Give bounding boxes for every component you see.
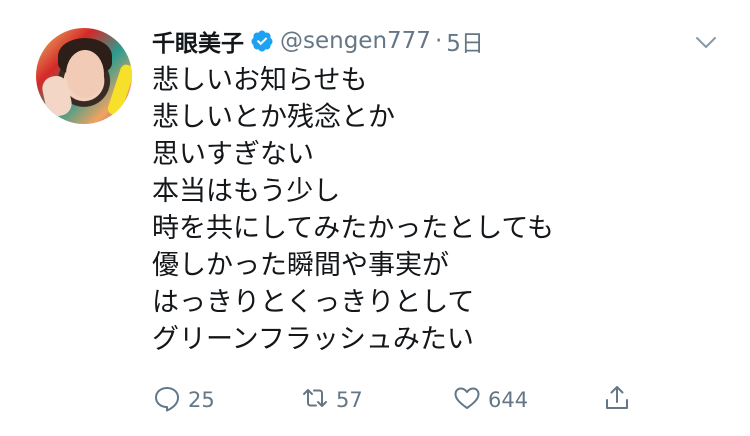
retweet-icon <box>300 383 330 417</box>
retweet-count: 57 <box>336 388 363 412</box>
avatar-decoration <box>106 63 132 117</box>
tweet-line: 悲しいとか残念とか <box>152 102 395 133</box>
tweet-line: はっきりとくっきりとして <box>152 287 475 318</box>
verified-badge-icon <box>250 29 274 53</box>
tweet-header: 千眼美子 @sengen777 · 5日 <box>152 24 484 58</box>
share-button[interactable] <box>602 380 632 420</box>
tweet-line: 思いすぎない <box>152 139 314 170</box>
reply-button[interactable]: 25 <box>152 380 215 420</box>
like-count: 644 <box>488 388 529 412</box>
tweet-text: 悲しいお知らせも 悲しいとか残念とか 思いすぎない 本当はもう少し 時を共にして… <box>152 62 712 358</box>
display-name[interactable]: 千眼美子 <box>152 24 244 58</box>
handle[interactable]: @sengen777 <box>280 28 431 54</box>
heart-icon <box>452 383 482 417</box>
tweet-line: グリーンフラッシュみたい <box>152 324 474 355</box>
like-button[interactable]: 644 <box>452 380 528 420</box>
avatar[interactable] <box>36 28 132 124</box>
avatar-face <box>66 50 104 98</box>
tweet-line: 時を共にしてみたかったとしても <box>152 213 555 244</box>
retweet-button[interactable]: 57 <box>300 380 363 420</box>
chevron-down-icon[interactable] <box>694 30 718 54</box>
tweet-card[interactable]: 千眼美子 @sengen777 · 5日 悲しいお知らせも 悲しいとか残念とか … <box>0 0 750 436</box>
share-icon <box>602 383 632 417</box>
tweet-line: 悲しいお知らせも <box>152 65 368 96</box>
reply-icon <box>152 383 182 417</box>
tweet-line: 優しかった瞬間や事実が <box>152 250 449 281</box>
tweet-actions: 25 57 644 <box>152 380 652 420</box>
timestamp[interactable]: 5日 <box>446 24 484 58</box>
reply-count: 25 <box>188 388 215 412</box>
separator-dot: · <box>434 28 443 54</box>
tweet-line: 本当はもう少し <box>152 176 341 207</box>
